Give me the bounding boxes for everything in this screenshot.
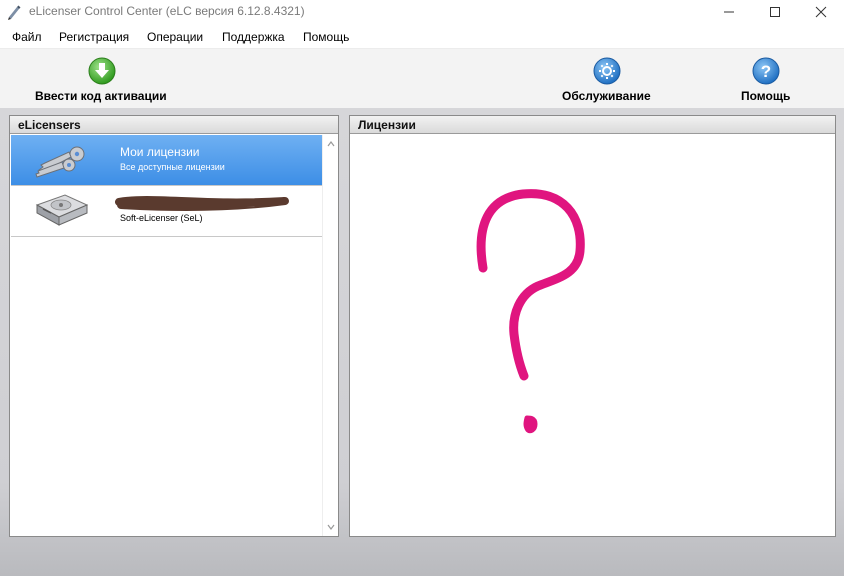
- list-item-soft-elicenser[interactable]: Soft-eLicenser (SeL): [11, 186, 323, 236]
- enter-activation-code-label: Ввести код активации: [35, 89, 167, 103]
- keys-icon: [35, 146, 85, 178]
- toolbar: Ввести код активации Обслуживание ? Помо…: [0, 48, 844, 108]
- enter-activation-code-button[interactable]: Ввести код активации: [0, 57, 200, 107]
- help-label: Помощь: [741, 89, 791, 103]
- soft-elicenser-subtitle: Soft-eLicenser (SeL): [120, 213, 203, 223]
- menu-operations[interactable]: Операции: [147, 30, 203, 44]
- hard-drive-icon: [35, 194, 89, 226]
- menu-bar: Файл Регистрация Операции Поддержка Помо…: [0, 24, 844, 48]
- close-icon: [815, 6, 827, 18]
- help-button[interactable]: ? Помощь: [735, 57, 805, 107]
- minimize-icon: [724, 11, 734, 13]
- my-licenses-title: Мои лицензии: [120, 145, 200, 159]
- question-mark-annotation: [476, 189, 585, 434]
- list-divider: [11, 236, 323, 237]
- list-item-my-licenses[interactable]: Мои лицензии Все доступные лицензии: [11, 135, 323, 185]
- service-button[interactable]: Обслуживание: [560, 57, 660, 107]
- maximize-button[interactable]: [752, 0, 798, 24]
- download-arrow-icon: [88, 57, 116, 85]
- elicensers-panel: eLicensers Мои лицензии Все доступные ли…: [9, 115, 339, 537]
- title-bar: eLicenser Control Center (eLC версия 6.1…: [0, 0, 844, 24]
- redaction-scribble: [115, 196, 289, 211]
- minimize-button[interactable]: [706, 0, 752, 24]
- menu-support[interactable]: Поддержка: [222, 30, 285, 44]
- menu-help[interactable]: Помощь: [303, 30, 349, 44]
- close-button[interactable]: [798, 0, 844, 24]
- scroll-track[interactable]: [323, 153, 338, 518]
- app-icon: [8, 5, 21, 20]
- help-question-icon: ?: [752, 57, 780, 85]
- vertical-scrollbar[interactable]: [322, 135, 338, 536]
- elicensers-panel-header: eLicensers: [10, 116, 338, 134]
- menu-registration[interactable]: Регистрация: [59, 30, 129, 44]
- service-label: Обслуживание: [562, 89, 651, 103]
- window-title: eLicenser Control Center (eLC версия 6.1…: [29, 4, 305, 18]
- scroll-up-arrow-icon[interactable]: [326, 139, 336, 149]
- licenses-panel-header: Лицензии: [350, 116, 835, 134]
- licenses-panel: Лицензии: [349, 115, 836, 537]
- scroll-down-arrow-icon[interactable]: [326, 522, 336, 532]
- maximize-icon: [770, 7, 780, 17]
- my-licenses-subtitle: Все доступные лицензии: [120, 162, 225, 172]
- menu-file[interactable]: Файл: [12, 30, 42, 44]
- gear-icon: [593, 57, 621, 85]
- svg-text:?: ?: [761, 62, 771, 81]
